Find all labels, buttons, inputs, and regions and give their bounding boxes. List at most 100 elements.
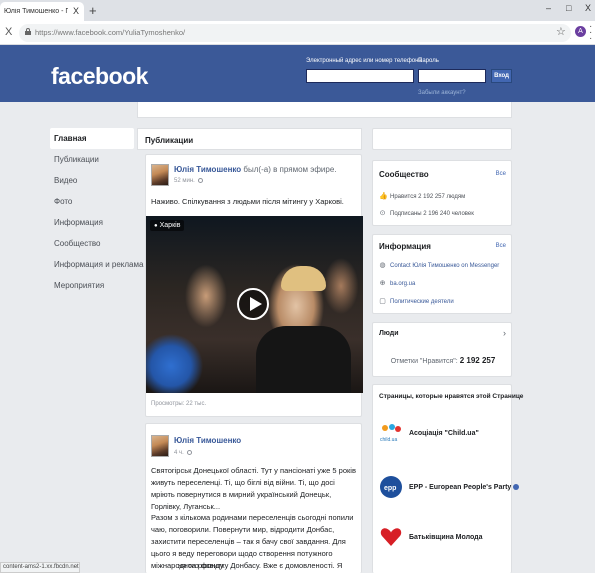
followers-count-text: Подписаны 2 196 240 человек xyxy=(390,210,474,217)
post-time[interactable]: 4 ч. xyxy=(174,450,192,456)
browser-menu-icon[interactable]: · · · xyxy=(589,22,592,44)
url-text[interactable]: https://www.facebook.com/YuliaTymoshenko… xyxy=(35,28,185,37)
post-text-update: Юлія Тимошенко 4 ч. Святогірськ Донецько… xyxy=(145,423,362,573)
address-bar-row: X https://www.facebook.com/YuliaTymoshen… xyxy=(0,21,595,45)
login-button[interactable]: Вход xyxy=(491,69,512,83)
people-title[interactable]: Люди xyxy=(379,330,399,337)
fb-header: facebook Электронный адрес или номер тел… xyxy=(0,45,595,102)
location-name: Харків xyxy=(159,222,181,229)
followers-icon: ⊙ xyxy=(379,210,386,217)
info-box: Информация Все ◍ Contact Юлія Тимошенко o… xyxy=(372,234,512,314)
tab-close-icon[interactable]: X xyxy=(73,6,79,16)
community-title: Сообщество xyxy=(379,170,429,179)
post-author-name[interactable]: Юлія Тимошенко xyxy=(174,436,241,445)
browser-tab[interactable]: Юлія Тимошенко - Главная | Fa X xyxy=(0,2,84,21)
page-likes-count: 2 192 257 xyxy=(459,356,496,365)
post-time-text: 4 ч. xyxy=(174,450,184,457)
messenger-row[interactable]: ◍ Contact Юлія Тимошенко on Messenger xyxy=(379,262,499,269)
nav-item-videos[interactable]: Видео xyxy=(50,170,134,191)
nav-item-community[interactable]: Сообщество xyxy=(50,233,134,254)
right-top-box xyxy=(372,128,512,150)
community-box: Сообщество Все 👍 Нравится 2 192 257 людям… xyxy=(372,160,512,226)
video-figure-coat xyxy=(256,326,351,393)
cover-bottom xyxy=(137,102,512,118)
maximize-button[interactable]: □ xyxy=(566,3,571,13)
verified-badge-icon xyxy=(513,483,520,490)
new-tab-button[interactable]: + xyxy=(89,3,97,18)
nav-item-photos[interactable]: Фото xyxy=(50,191,134,212)
browser-tab-bar: Юлія Тимошенко - Главная | Fa X + – □ X xyxy=(0,0,595,21)
password-field[interactable] xyxy=(418,69,486,83)
category-row: ▢ Политические деятели xyxy=(379,298,454,305)
liked-pages-title: Страницы, которые нравятся этой Странице xyxy=(379,393,524,400)
liked-pages-box: Страницы, которые нравятся этой Странице… xyxy=(372,384,523,573)
facebook-logo[interactable]: facebook xyxy=(51,63,148,90)
post-author-line: Юлія Тимошенко был(-а) в прямом эфире. xyxy=(174,165,337,174)
website-link[interactable]: ba.org.ua xyxy=(390,281,415,287)
people-box: Люди › Отметки "Нравится": 2 192 257 xyxy=(372,322,512,377)
nav-item-home[interactable]: Главная xyxy=(50,128,134,149)
author-avatar[interactable] xyxy=(151,435,169,457)
likes-row: 👍 Нравится 2 192 257 людям xyxy=(379,193,465,200)
liked-page-name-text: EPP - European People's Party xyxy=(409,483,512,491)
messenger-link[interactable]: Contact Юлія Тимошенко on Messenger xyxy=(390,263,499,269)
location-pin-icon: ● xyxy=(154,223,158,229)
status-bar-url: content-ams2-1.xx.fbcdn.net... xyxy=(0,562,80,573)
post-action: был(-а) в прямом эфире. xyxy=(243,165,337,174)
post-author-line: Юлія Тимошенко xyxy=(174,436,241,445)
website-row[interactable]: ⊕ ba.org.ua xyxy=(379,280,416,287)
child-ua-logo-text: child.ua xyxy=(380,437,397,443)
liked-page-item[interactable]: Батьківщина Молода xyxy=(379,525,483,549)
author-avatar[interactable] xyxy=(151,164,169,186)
nav-item-about[interactable]: Информация xyxy=(50,212,134,233)
password-label: Пароль xyxy=(418,58,439,64)
play-icon[interactable] xyxy=(237,288,269,320)
section-title: Публикации xyxy=(137,128,362,150)
nav-item-ads-info[interactable]: Информация и реклама xyxy=(50,254,143,275)
post-time[interactable]: 52 мин. xyxy=(174,178,203,184)
tab-title: Юлія Тимошенко - Главная | Fa xyxy=(4,8,68,15)
video-figure-hair xyxy=(281,266,326,291)
liked-page-name[interactable]: Асоціація "Child.ua" xyxy=(409,430,479,437)
omnibox[interactable]: https://www.facebook.com/YuliaTymoshenko… xyxy=(19,24,571,42)
forgot-account-link[interactable]: Забыли аккаунт? xyxy=(418,90,466,96)
post-live-video: Юлія Тимошенко был(-а) в прямом эфире. 5… xyxy=(145,154,363,417)
profile-avatar[interactable]: A xyxy=(575,26,586,37)
window-close-button[interactable]: X xyxy=(585,3,591,13)
globe-icon xyxy=(186,450,192,455)
info-title: Информация xyxy=(379,242,431,251)
nav-item-events[interactable]: Мероприятия xyxy=(50,275,134,296)
chevron-right-icon[interactable]: › xyxy=(503,328,506,338)
community-see-all[interactable]: Все xyxy=(496,171,506,177)
globe-icon: ⊕ xyxy=(379,280,386,287)
page-likes-label: Отметки "Нравится": xyxy=(390,358,458,365)
epp-logo: epp xyxy=(379,475,403,499)
liked-page-item[interactable]: epp EPP - European People's Party xyxy=(379,475,520,499)
epp-logo-text: epp xyxy=(384,485,396,492)
post-paragraph-3: ня та розвитку Донбасу. Вже є домовленос… xyxy=(178,561,343,570)
likes-count-text: Нравится 2 192 257 людям xyxy=(390,193,466,200)
messenger-icon: ◍ xyxy=(379,262,386,269)
child-ua-logo: child.ua xyxy=(379,421,403,445)
post-paragraph-1: Святогірськ Донецької області. Тут у пан… xyxy=(151,466,356,511)
liked-page-name[interactable]: Батьківщина Молода xyxy=(409,534,483,541)
post-text: Наживо. Спілкування з людьми після мітин… xyxy=(151,197,344,206)
thumbs-up-icon: 👍 xyxy=(379,193,388,200)
liked-page-name[interactable]: EPP - European People's Party xyxy=(409,483,520,491)
page-likes-summary: Отметки "Нравится": 2 192 257 xyxy=(373,356,513,365)
stop-button[interactable]: X xyxy=(5,26,12,38)
location-badge: ● Харків xyxy=(150,220,185,231)
post-author-name[interactable]: Юлія Тимошенко xyxy=(174,165,241,174)
video-player[interactable]: ● Харків xyxy=(146,216,363,393)
nav-item-posts[interactable]: Публикации xyxy=(50,149,134,170)
liked-page-item[interactable]: child.ua Асоціація "Child.ua" xyxy=(379,421,479,445)
email-field[interactable] xyxy=(306,69,414,83)
minimize-button[interactable]: – xyxy=(546,3,551,13)
view-count: Просмотры: 22 тыс. xyxy=(151,401,207,407)
email-label: Электронный адрес или номер телефона xyxy=(306,58,422,64)
info-see-all[interactable]: Все xyxy=(496,243,506,249)
category-link[interactable]: Политические деятели xyxy=(390,299,454,305)
heart-logo xyxy=(379,525,403,549)
category-icon: ▢ xyxy=(379,298,386,305)
bookmark-star-icon[interactable]: ☆ xyxy=(556,25,566,38)
